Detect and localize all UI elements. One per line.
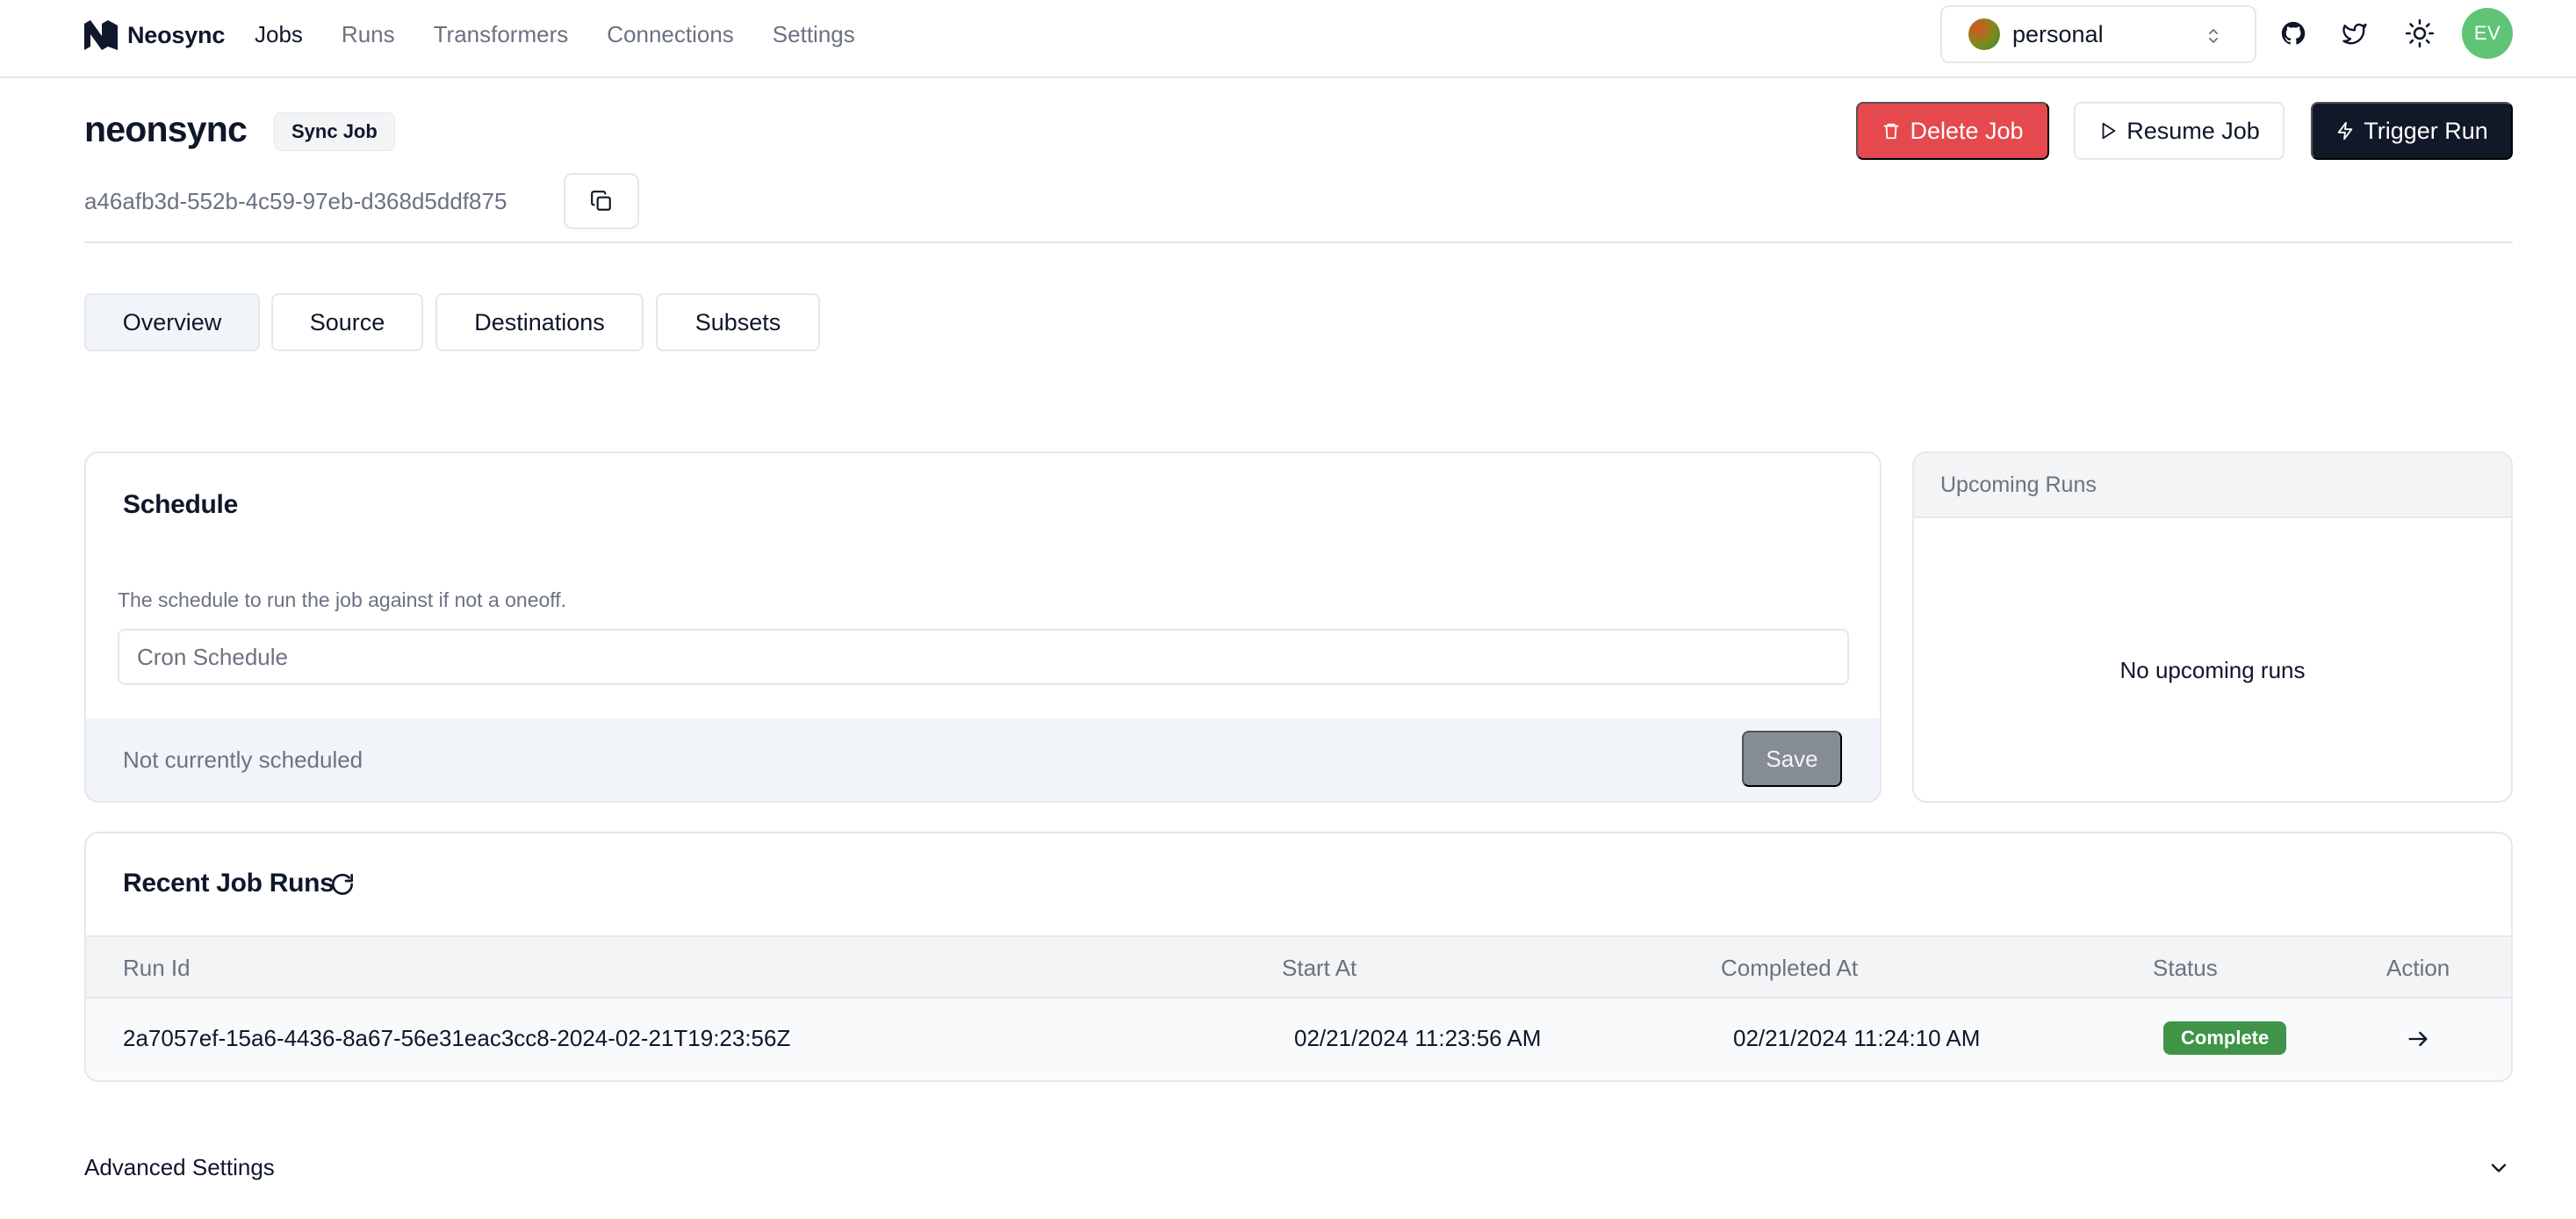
chevron-up-down-icon: [2209, 29, 2218, 43]
user-avatar[interactable]: EV: [2462, 8, 2513, 59]
column-status: Status: [2153, 955, 2218, 981]
job-id: a46afb3d-552b-4c59-97eb-d368d5ddf875: [84, 188, 507, 214]
save-schedule-button[interactable]: Save: [1742, 731, 1842, 787]
delete-job-button[interactable]: Delete Job: [1856, 102, 2049, 160]
tab-destinations[interactable]: Destinations: [435, 293, 644, 351]
table-row: 2a7057ef-15a6-4436-8a67-56e31eac3cc8-202…: [86, 999, 2511, 1080]
nav-link-settings[interactable]: Settings: [773, 19, 855, 49]
play-icon: [2102, 122, 2116, 140]
nav-link-transformers[interactable]: Transformers: [434, 19, 569, 49]
trigger-run-label: Trigger Run: [2364, 117, 2488, 144]
resume-job-button[interactable]: Resume Job: [2074, 102, 2285, 160]
upcoming-runs-header: Upcoming Runs: [1914, 453, 2511, 518]
recent-runs-title: Recent Job Runs: [123, 869, 335, 898]
brand-name: Neosync: [127, 21, 226, 48]
upcoming-runs-title: Upcoming Runs: [1940, 472, 2097, 497]
column-completed-at: Completed At: [1721, 955, 1859, 981]
schedule-status: Not currently scheduled: [123, 747, 363, 773]
neosync-logo-icon: [84, 20, 118, 50]
github-link[interactable]: [2276, 16, 2311, 51]
copy-job-id-button[interactable]: [564, 173, 639, 229]
primary-nav: Jobs Runs Transformers Connections Setti…: [255, 19, 894, 49]
tab-source[interactable]: Source: [271, 293, 423, 351]
trash-icon: [1884, 123, 1899, 140]
schedule-title: Schedule: [123, 490, 238, 519]
start-at-cell: 02/21/2024 11:23:56 AM: [1294, 1025, 1542, 1051]
account-switcher[interactable]: personal: [1940, 5, 2256, 63]
column-action: Action: [2386, 955, 2450, 981]
twitter-link[interactable]: [2337, 16, 2372, 51]
resume-job-label: Resume Job: [2126, 117, 2260, 144]
nav-link-runs[interactable]: Runs: [342, 19, 395, 49]
top-navigation-bar: Neosync Jobs Runs Transformers Connectio…: [0, 0, 2576, 78]
job-type-badge: Sync Job: [274, 112, 395, 151]
refresh-icon[interactable]: [328, 870, 356, 898]
nav-link-jobs[interactable]: Jobs: [255, 19, 303, 49]
upcoming-runs-empty: No upcoming runs: [2119, 657, 2306, 683]
brand-home-link[interactable]: Neosync: [84, 18, 225, 53]
header-divider: [84, 242, 2513, 243]
tab-overview[interactable]: Overview: [84, 293, 260, 351]
column-start-at: Start At: [1282, 955, 1357, 981]
schedule-card: Schedule The schedule to run the job aga…: [84, 451, 1882, 803]
arrow-right-icon[interactable]: [2406, 1027, 2430, 1051]
column-run-id: Run Id: [123, 955, 191, 981]
completed-at-cell: 02/21/2024 11:24:10 AM: [1733, 1025, 1981, 1051]
account-name: personal: [2012, 20, 2104, 47]
recent-job-runs-card: Recent Job Runs Run Id Start At Complete…: [84, 832, 2513, 1082]
advanced-settings-toggle[interactable]: Advanced Settings: [84, 1154, 275, 1181]
nav-link-connections[interactable]: Connections: [607, 19, 734, 49]
sun-icon: [2405, 18, 2435, 48]
status-badge: Complete: [2163, 1021, 2287, 1055]
twitter-icon: [2342, 23, 2367, 45]
theme-toggle[interactable]: [2402, 16, 2437, 51]
schedule-footer: Not currently scheduled Save: [86, 718, 1880, 801]
tab-subsets[interactable]: Subsets: [656, 293, 820, 351]
github-icon: [2281, 21, 2306, 45]
trigger-run-button[interactable]: Trigger Run: [2311, 102, 2513, 160]
run-id-cell: 2a7057ef-15a6-4436-8a67-56e31eac3cc8-202…: [123, 1025, 791, 1051]
delete-job-label: Delete Job: [1910, 117, 2024, 144]
cron-schedule-input[interactable]: [118, 629, 1849, 685]
upcoming-runs-card: Upcoming Runs No upcoming runs: [1912, 451, 2513, 803]
runs-table-header: Run Id Start At Completed At Status Acti…: [86, 935, 2511, 999]
lightning-icon: [2337, 121, 2353, 141]
schedule-description: The schedule to run the job against if n…: [118, 588, 567, 611]
copy-icon: [591, 191, 611, 211]
account-avatar: [1968, 18, 2000, 50]
chevron-down-icon[interactable]: [2486, 1156, 2511, 1180]
job-title: neonsync: [84, 109, 248, 149]
